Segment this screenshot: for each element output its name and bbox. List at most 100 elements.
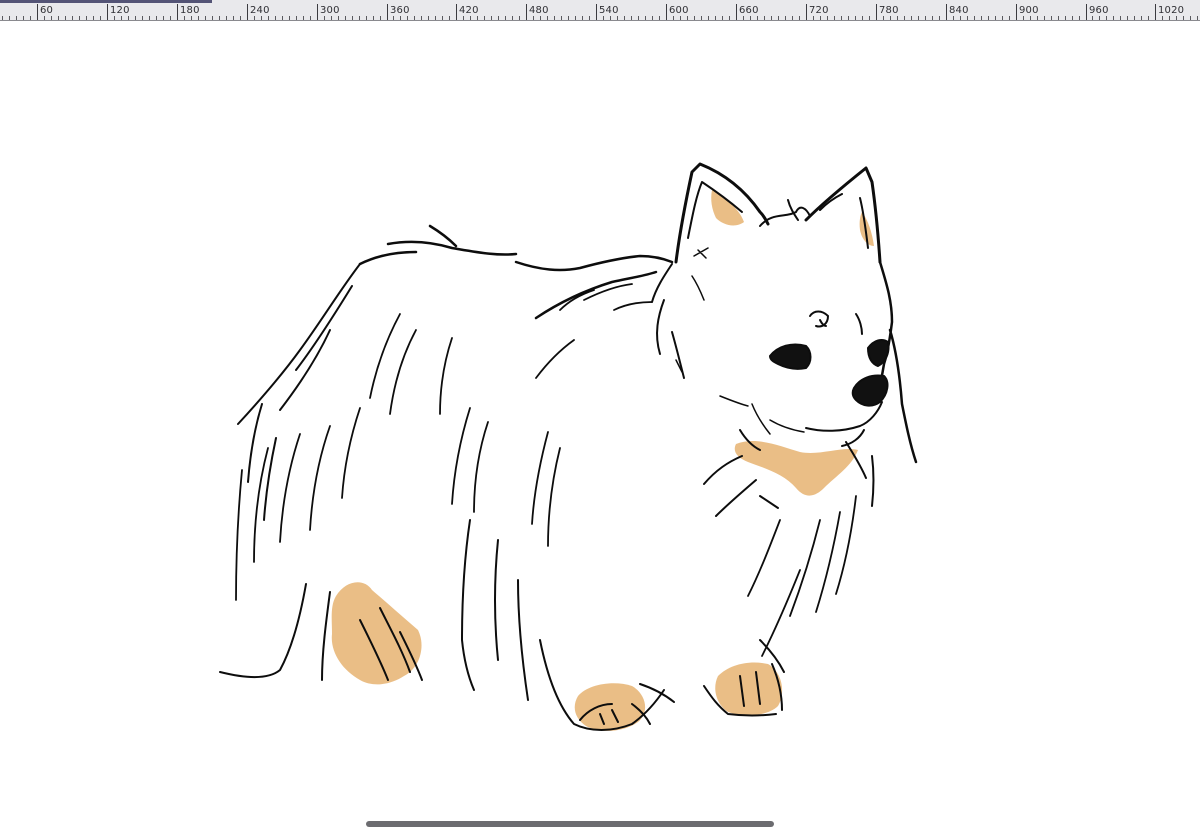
home-indicator-bar[interactable] [366, 821, 774, 827]
ruler-minor-tick [701, 16, 702, 20]
ruler-scroll-indicator [0, 0, 212, 3]
body-fur-middle [531, 283, 653, 547]
ruler-minor-tick [1023, 16, 1024, 20]
ruler-minor-tick [722, 16, 723, 20]
ruler-minor-tick [135, 16, 136, 20]
ruler-minor-tick [93, 16, 94, 20]
ruler-major-tick [666, 4, 667, 20]
ruler-minor-tick [491, 16, 492, 20]
ruler-minor-tick [729, 16, 730, 20]
horizontal-ruler[interactable]: 60 120 180 240 300 360 420 480 540 600 660 720 780 84… [0, 0, 1200, 21]
ruler-minor-tick [1092, 16, 1093, 20]
ruler-minor-tick [743, 16, 744, 20]
ruler-minor-tick [1065, 16, 1066, 20]
tail-plume [237, 263, 361, 521]
ruler-minor-tick [561, 16, 562, 20]
ruler-minor-tick [505, 16, 506, 20]
ruler-minor-tick [303, 16, 304, 20]
ruler-minor-tick [869, 16, 870, 20]
drawing-canvas[interactable] [0, 21, 1200, 838]
ruler-minor-tick [687, 16, 688, 20]
ruler-minor-tick [960, 16, 961, 20]
ruler-minor-tick [16, 16, 17, 20]
ruler-minor-tick [226, 16, 227, 20]
ruler-minor-tick [233, 16, 234, 20]
ruler-label: 600 [669, 5, 689, 16]
ruler-minor-tick [359, 16, 360, 20]
ruler-minor-tick [519, 16, 520, 20]
ruler-minor-tick [652, 16, 653, 20]
ruler-major-tick [1016, 4, 1017, 20]
ruler-major-tick [456, 4, 457, 20]
ruler-minor-tick [1176, 16, 1177, 20]
ruler-minor-tick [44, 16, 45, 20]
ruler-minor-tick [645, 16, 646, 20]
ruler-minor-tick [967, 16, 968, 20]
ruler-minor-tick [771, 16, 772, 20]
ruler-minor-tick [163, 16, 164, 20]
ruler-minor-tick [498, 16, 499, 20]
ruler-major-tick [107, 4, 108, 20]
ruler-minor-tick [400, 16, 401, 20]
ruler-minor-tick [673, 16, 674, 20]
ruler-minor-tick [170, 16, 171, 20]
ruler-minor-tick [219, 16, 220, 20]
left-eyebrow [809, 310, 829, 328]
ruler-major-tick [1086, 4, 1087, 20]
ruler-minor-tick [890, 16, 891, 20]
ruler-minor-tick [897, 16, 898, 20]
ruler-minor-tick [1120, 16, 1121, 20]
ruler-minor-tick [533, 16, 534, 20]
ruler-minor-tick [442, 16, 443, 20]
ruler-minor-tick [1037, 16, 1038, 20]
ruler-minor-tick [757, 16, 758, 20]
ruler-minor-tick [554, 16, 555, 20]
ruler-minor-tick [750, 16, 751, 20]
ruler-label: 780 [879, 5, 899, 16]
ruler-minor-tick [1058, 16, 1059, 20]
ruler-minor-tick [617, 16, 618, 20]
right-eyebrow [855, 313, 863, 335]
ruler-minor-tick [1183, 16, 1184, 20]
ruler-label: 960 [1089, 5, 1109, 16]
front-paw-right-tan [715, 662, 783, 716]
back-line [514, 254, 674, 320]
chest-tan [734, 441, 858, 496]
ruler-minor-tick [373, 16, 374, 20]
ruler-minor-tick [205, 16, 206, 20]
ruler-minor-tick [1197, 16, 1198, 20]
ruler-label: 660 [739, 5, 759, 16]
ruler-minor-tick [345, 16, 346, 20]
face-left-side [651, 263, 685, 379]
ruler-label: 1020 [1158, 5, 1185, 16]
ruler-minor-tick [86, 16, 87, 20]
ruler-minor-tick [72, 16, 73, 20]
ruler-label: 120 [110, 5, 130, 16]
ruler-label: 300 [320, 5, 340, 16]
ruler-minor-tick [939, 16, 940, 20]
ruler-minor-tick [324, 16, 325, 20]
ruler-minor-tick [904, 16, 905, 20]
ruler-minor-tick [1113, 16, 1114, 20]
drawing-app-window: 60 120 180 240 300 360 420 480 540 600 660 720 780 84… [0, 0, 1200, 838]
ruler-label: 240 [250, 5, 270, 16]
ruler-minor-tick [834, 16, 835, 20]
ruler-minor-tick [51, 16, 52, 20]
ruler-minor-tick [575, 16, 576, 20]
ruler-minor-tick [9, 16, 10, 20]
ruler-minor-tick [1106, 16, 1107, 20]
ruler-minor-tick [212, 16, 213, 20]
ruler-label: 60 [40, 5, 54, 16]
ruler-label: 720 [809, 5, 829, 16]
ear-left-tan [711, 190, 744, 226]
ruler-minor-tick [715, 16, 716, 20]
ruler-minor-tick [918, 16, 919, 20]
ruler-minor-tick [421, 16, 422, 20]
ruler-minor-tick [1072, 16, 1073, 20]
ruler-minor-tick [393, 16, 394, 20]
body-fur-right [747, 495, 857, 657]
ruler-major-tick [1155, 4, 1156, 20]
ruler-minor-tick [1030, 16, 1031, 20]
ruler-minor-tick [841, 16, 842, 20]
mouth [805, 401, 883, 447]
